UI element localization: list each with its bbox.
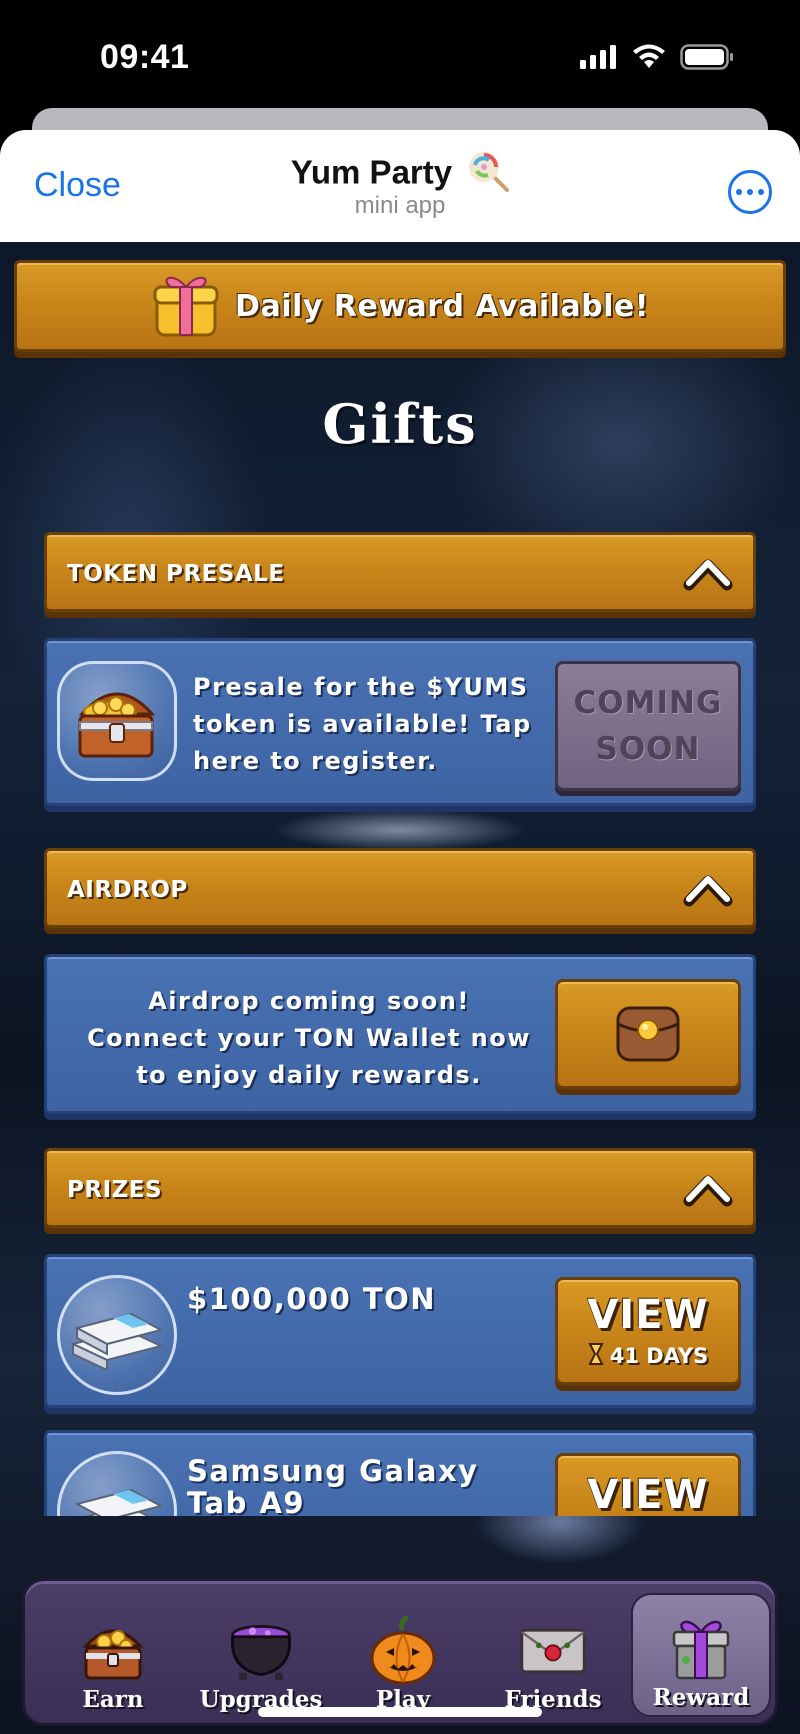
bottom-nav: Earn Upgrades Play Friends Reward — [22, 1578, 778, 1726]
section-title: TOKEN PRESALE — [67, 561, 285, 587]
section-header-airdrop[interactable]: AIRDROP — [44, 848, 756, 928]
section-title: PRIZES — [67, 1177, 163, 1203]
status-icons — [580, 44, 734, 70]
nav-label: Reward — [652, 1684, 750, 1711]
nav-item-reward[interactable]: Reward — [631, 1593, 771, 1717]
battery-icon — [680, 44, 733, 70]
airdrop-line-3: to enjoy daily rewards. — [136, 1061, 482, 1089]
presale-card[interactable]: Presale for the $YUMS token is available… — [44, 638, 756, 806]
pumpkin-icon — [368, 1616, 438, 1686]
prize-title: Samsung Galaxy Tab A9 — [187, 1455, 479, 1516]
section-header-prizes[interactable]: PRIZES — [44, 1148, 756, 1228]
view-prize-button[interactable]: VIEW 41 DAYS — [555, 1277, 741, 1385]
gifts-scroll-area[interactable]: Daily Reward Available! Gifts TOKEN PRES… — [0, 242, 800, 1516]
wallet-icon — [612, 998, 684, 1070]
time-left: 41 DAYS — [588, 1342, 709, 1370]
game-area: Daily Reward Available! Gifts TOKEN PRES… — [0, 242, 800, 1734]
coming-soon-button[interactable]: COMING SOON — [555, 661, 741, 791]
gift-box-icon — [666, 1614, 736, 1684]
cash-stack-icon — [57, 1451, 177, 1516]
nav-item-earn[interactable]: Earn — [43, 1593, 183, 1717]
prize-title-line-2: Tab A9 — [187, 1486, 306, 1516]
airdrop-description: Airdrop coming soon! Connect your TON Wa… — [69, 983, 549, 1094]
section-title: AIRDROP — [67, 877, 188, 903]
daily-reward-banner[interactable]: Daily Reward Available! — [14, 260, 786, 352]
view-label: VIEW — [587, 1292, 709, 1338]
more-options-button[interactable] — [728, 170, 772, 214]
airdrop-line-2: Connect your TON Wallet now — [87, 1024, 531, 1052]
cash-stack-icon — [57, 1275, 177, 1395]
airdrop-line-1: Airdrop coming soon! — [148, 987, 470, 1015]
days-left-label: 41 DAYS — [609, 1344, 709, 1368]
cellular-signal-icon — [580, 45, 616, 69]
nav-item-play[interactable]: Play — [333, 1593, 473, 1717]
prize-card[interactable]: Samsung Galaxy Tab A9 VIEW — [44, 1430, 756, 1516]
status-bar: 09:41 — [0, 0, 800, 110]
cauldron-icon — [226, 1616, 296, 1686]
coming-soon-line-1: COMING — [573, 685, 723, 721]
presale-line-2: token is available! Tap — [193, 710, 532, 738]
presale-line-1: Presale for the $YUMS — [193, 673, 529, 701]
mini-app-header: Close Yum Party mini app — [0, 130, 800, 242]
presale-line-3: here to register. — [193, 747, 438, 775]
connect-wallet-button[interactable] — [555, 979, 741, 1089]
view-prize-button[interactable]: VIEW — [555, 1453, 741, 1516]
chevron-up-icon[interactable] — [683, 869, 733, 913]
status-time: 09:41 — [100, 38, 190, 76]
section-header-token-presale[interactable]: TOKEN PRESALE — [44, 532, 756, 612]
more-dot — [736, 189, 742, 195]
home-indicator[interactable] — [258, 1707, 542, 1717]
app-title: Yum Party — [290, 153, 453, 191]
gift-icon — [151, 269, 221, 343]
treasure-chest-icon — [57, 661, 177, 781]
coming-soon-line-2: SOON — [595, 731, 701, 767]
treasure-chest-icon — [78, 1616, 148, 1686]
daily-reward-label: Daily Reward Available! — [235, 288, 649, 324]
more-dot — [758, 189, 764, 195]
prize-title-line-1: Samsung Galaxy — [187, 1454, 479, 1488]
nav-item-upgrades[interactable]: Upgrades — [191, 1593, 331, 1717]
prize-card[interactable]: $100,000 TON VIEW 41 DAYS — [44, 1254, 756, 1408]
airdrop-card: Airdrop coming soon! Connect your TON Wa… — [44, 954, 756, 1114]
page-title: Gifts — [322, 392, 478, 456]
chevron-up-icon[interactable] — [683, 553, 733, 597]
presale-description: Presale for the $YUMS token is available… — [193, 669, 532, 780]
nav-label: Earn — [82, 1686, 144, 1713]
prize-title: $100,000 TON — [187, 1282, 437, 1316]
more-dot — [747, 189, 753, 195]
chevron-up-icon[interactable] — [683, 1169, 733, 1213]
wifi-icon — [633, 44, 665, 68]
nav-item-friends[interactable]: Friends — [483, 1593, 623, 1717]
view-label: VIEW — [587, 1472, 709, 1516]
app-subtitle: mini app — [354, 192, 446, 219]
hourglass-icon — [588, 1342, 604, 1370]
envelope-icon — [518, 1616, 588, 1686]
